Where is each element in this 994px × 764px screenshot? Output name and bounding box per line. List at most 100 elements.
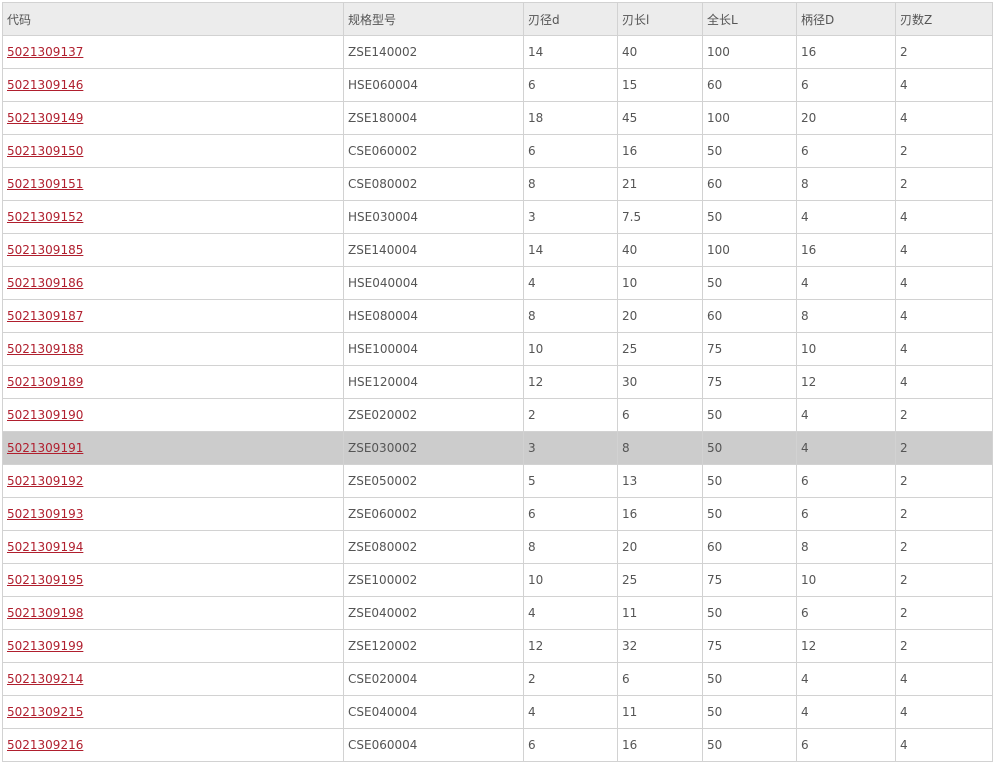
table-row[interactable]: 5021309191 ZSE030002 3 8 50 4 2 — [2, 431, 993, 465]
product-code-link[interactable]: 5021309188 — [7, 342, 83, 356]
overall-length-cell: 100 — [702, 101, 797, 135]
flute-count-cell: 2 — [895, 431, 993, 465]
column-header-model[interactable]: 规格型号 — [343, 2, 524, 36]
model-cell: HSE120004 — [343, 365, 524, 399]
flute-count-cell: 4 — [895, 332, 993, 366]
table-row[interactable]: 5021309193 ZSE060002 6 16 50 6 2 — [2, 497, 993, 531]
overall-length-cell: 50 — [702, 497, 797, 531]
product-code-link[interactable]: 5021309150 — [7, 144, 83, 158]
overall-length-cell: 50 — [702, 662, 797, 696]
overall-length-cell: 75 — [702, 365, 797, 399]
column-header-code[interactable]: 代码 — [2, 2, 344, 36]
code-cell: 5021309152 — [2, 200, 344, 234]
code-cell: 5021309216 — [2, 728, 344, 762]
flute-count-cell: 2 — [895, 398, 993, 432]
table-row[interactable]: 5021309152 HSE030004 3 7.5 50 4 4 — [2, 200, 993, 234]
table-row[interactable]: 5021309194 ZSE080002 8 20 60 8 2 — [2, 530, 993, 564]
product-code-link[interactable]: 5021309187 — [7, 309, 83, 323]
overall-length-cell: 100 — [702, 233, 797, 267]
code-cell: 5021309149 — [2, 101, 344, 135]
column-header-cutting-length[interactable]: 刃长l — [617, 2, 703, 36]
overall-length-cell: 50 — [702, 695, 797, 729]
code-cell: 5021309192 — [2, 464, 344, 498]
product-code-link[interactable]: 5021309216 — [7, 738, 83, 752]
table-row[interactable]: 5021309189 HSE120004 12 30 75 12 4 — [2, 365, 993, 399]
product-code-link[interactable]: 5021309149 — [7, 111, 83, 125]
table-row[interactable]: 5021309187 HSE080004 8 20 60 8 4 — [2, 299, 993, 333]
product-code-link[interactable]: 5021309189 — [7, 375, 83, 389]
column-header-overall-length[interactable]: 全长L — [702, 2, 797, 36]
column-header-shank-diameter[interactable]: 柄径D — [796, 2, 896, 36]
table-row[interactable]: 5021309199 ZSE120002 12 32 75 12 2 — [2, 629, 993, 663]
column-header-flute-count[interactable]: 刃数Z — [895, 2, 993, 36]
table-row[interactable]: 5021309215 CSE040004 4 11 50 4 4 — [2, 695, 993, 729]
product-code-link[interactable]: 5021309191 — [7, 441, 83, 455]
model-cell: CSE060002 — [343, 134, 524, 168]
product-code-link[interactable]: 5021309193 — [7, 507, 83, 521]
product-code-link[interactable]: 5021309151 — [7, 177, 83, 191]
product-code-link[interactable]: 5021309215 — [7, 705, 83, 719]
product-code-link[interactable]: 5021309152 — [7, 210, 83, 224]
cutting-diameter-cell: 8 — [523, 530, 618, 564]
model-cell: HSE060004 — [343, 68, 524, 102]
code-cell: 5021309193 — [2, 497, 344, 531]
flute-count-cell: 4 — [895, 662, 993, 696]
table-row[interactable]: 5021309149 ZSE180004 18 45 100 20 4 — [2, 101, 993, 135]
product-code-link[interactable]: 5021309214 — [7, 672, 83, 686]
overall-length-cell: 60 — [702, 68, 797, 102]
model-cell: CSE060004 — [343, 728, 524, 762]
cutting-diameter-cell: 4 — [523, 596, 618, 630]
column-header-cutting-diameter[interactable]: 刃径d — [523, 2, 618, 36]
shank-diameter-cell: 10 — [796, 563, 896, 597]
product-code-link[interactable]: 5021309194 — [7, 540, 83, 554]
shank-diameter-cell: 12 — [796, 629, 896, 663]
table-row[interactable]: 5021309188 HSE100004 10 25 75 10 4 — [2, 332, 993, 366]
overall-length-cell: 50 — [702, 200, 797, 234]
product-code-link[interactable]: 5021309186 — [7, 276, 83, 290]
cutting-length-cell: 21 — [617, 167, 703, 201]
cutting-length-cell: 10 — [617, 266, 703, 300]
product-code-link[interactable]: 5021309199 — [7, 639, 83, 653]
table-row[interactable]: 5021309214 CSE020004 2 6 50 4 4 — [2, 662, 993, 696]
product-code-link[interactable]: 5021309146 — [7, 78, 83, 92]
shank-diameter-cell: 4 — [796, 431, 896, 465]
flute-count-cell: 2 — [895, 497, 993, 531]
table-row[interactable]: 5021309146 HSE060004 6 15 60 6 4 — [2, 68, 993, 102]
model-cell: CSE040004 — [343, 695, 524, 729]
model-cell: ZSE030002 — [343, 431, 524, 465]
model-cell: ZSE020002 — [343, 398, 524, 432]
product-code-link[interactable]: 5021309190 — [7, 408, 83, 422]
table-row[interactable]: 5021309198 ZSE040002 4 11 50 6 2 — [2, 596, 993, 630]
flute-count-cell: 4 — [895, 233, 993, 267]
cutting-length-cell: 45 — [617, 101, 703, 135]
cutting-diameter-cell: 6 — [523, 497, 618, 531]
table-row[interactable]: 5021309190 ZSE020002 2 6 50 4 2 — [2, 398, 993, 432]
code-cell: 5021309151 — [2, 167, 344, 201]
flute-count-cell: 2 — [895, 35, 993, 69]
shank-diameter-cell: 8 — [796, 299, 896, 333]
product-code-link[interactable]: 5021309192 — [7, 474, 83, 488]
model-cell: HSE100004 — [343, 332, 524, 366]
cutting-length-cell: 16 — [617, 497, 703, 531]
table-row[interactable]: 5021309150 CSE060002 6 16 50 6 2 — [2, 134, 993, 168]
table-row[interactable]: 5021309195 ZSE100002 10 25 75 10 2 — [2, 563, 993, 597]
table-row[interactable]: 5021309137 ZSE140002 14 40 100 16 2 — [2, 35, 993, 69]
flute-count-cell: 2 — [895, 629, 993, 663]
table-row[interactable]: 5021309192 ZSE050002 5 13 50 6 2 — [2, 464, 993, 498]
table-row[interactable]: 5021309151 CSE080002 8 21 60 8 2 — [2, 167, 993, 201]
product-code-link[interactable]: 5021309185 — [7, 243, 83, 257]
cutting-length-cell: 16 — [617, 728, 703, 762]
table-row[interactable]: 5021309185 ZSE140004 14 40 100 16 4 — [2, 233, 993, 267]
shank-diameter-cell: 8 — [796, 167, 896, 201]
product-code-link[interactable]: 5021309137 — [7, 45, 83, 59]
table-row[interactable]: 5021309216 CSE060004 6 16 50 6 4 — [2, 728, 993, 762]
flute-count-cell: 4 — [895, 200, 993, 234]
code-cell: 5021309187 — [2, 299, 344, 333]
shank-diameter-cell: 6 — [796, 134, 896, 168]
model-cell: ZSE140004 — [343, 233, 524, 267]
flute-count-cell: 4 — [895, 299, 993, 333]
table-row[interactable]: 5021309186 HSE040004 4 10 50 4 4 — [2, 266, 993, 300]
product-code-link[interactable]: 5021309195 — [7, 573, 83, 587]
code-cell: 5021309150 — [2, 134, 344, 168]
product-code-link[interactable]: 5021309198 — [7, 606, 83, 620]
